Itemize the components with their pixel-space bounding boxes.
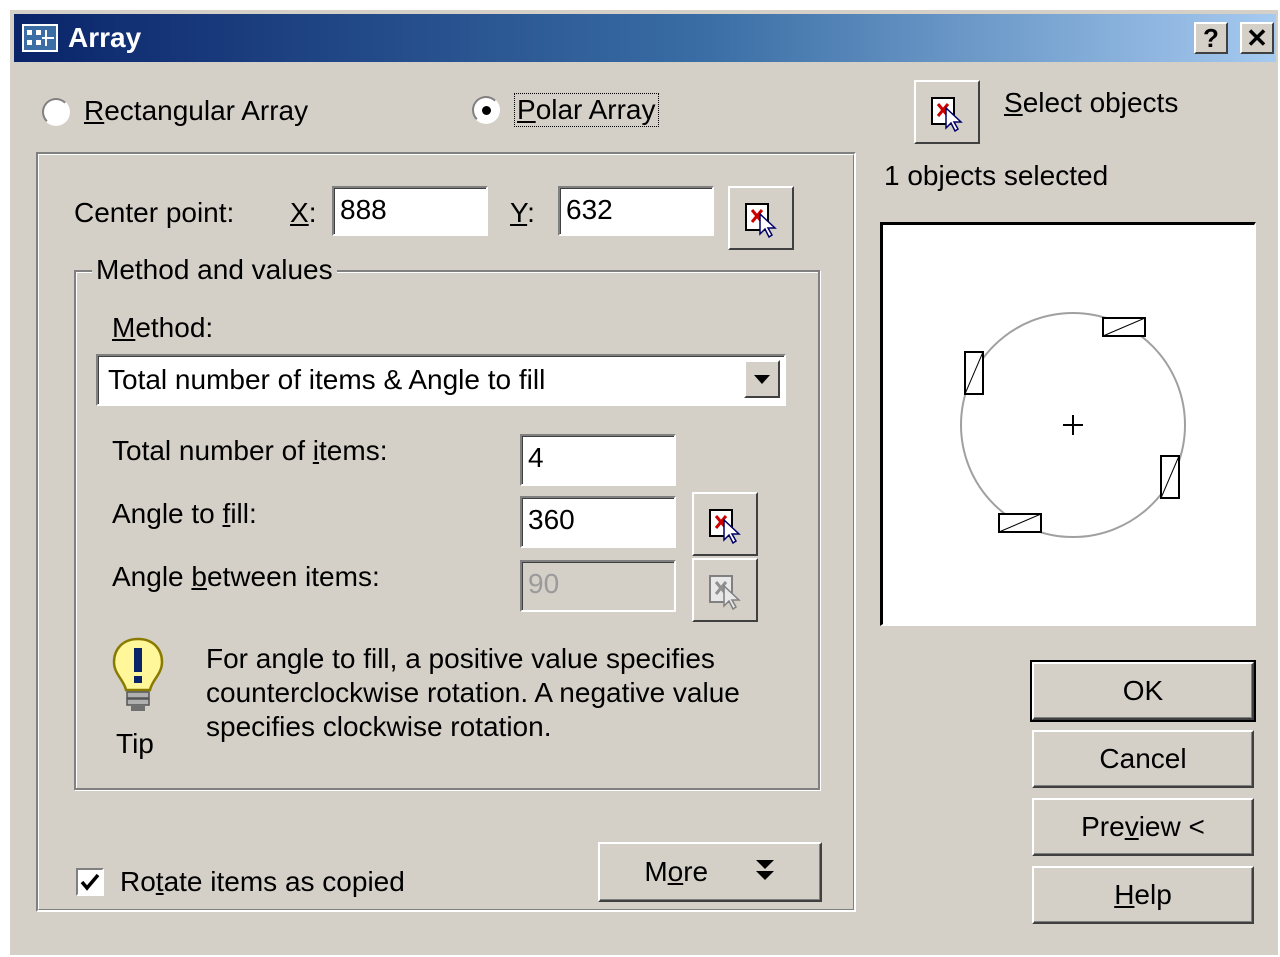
more-button[interactable]: More: [598, 842, 822, 902]
pick-center-point-button[interactable]: [728, 186, 794, 250]
objects-selected-status: 1 objects selected: [884, 160, 1109, 191]
title-bar[interactable]: [14, 14, 1276, 62]
help-button[interactable]: Help: [1032, 866, 1254, 924]
close-button[interactable]: ✕: [1240, 22, 1274, 54]
select-objects-button[interactable]: [914, 80, 980, 144]
pick-cursor-icon: [745, 203, 777, 238]
angle-to-fill-input[interactable]: 360: [520, 496, 676, 548]
rotate-items-label[interactable]: Rotate items as copied: [120, 866, 405, 898]
double-chevron-down-icon: [755, 860, 774, 880]
preview-diagram: [960, 312, 1186, 538]
tip-text-line-2: counterclockwise rotation. A negative va…: [206, 677, 740, 708]
method-select-value: Total number of items & Angle to fill: [108, 364, 546, 395]
tip-text-line-3: specifies clockwise rotation.: [206, 711, 552, 742]
angle-to-fill-label: Angle to fill:: [112, 498, 257, 529]
rectangular-array-label[interactable]: Rectangular Array: [84, 95, 308, 127]
cancel-button[interactable]: Cancel: [1032, 730, 1254, 788]
rotate-items-checkbox[interactable]: [76, 868, 104, 896]
window-title: Array: [68, 22, 142, 53]
polar-array-label[interactable]: Polar Array: [514, 93, 659, 127]
y-label: Y:: [510, 197, 535, 228]
pick-cursor-icon: [709, 509, 741, 544]
pick-cursor-disabled-icon: [709, 575, 741, 610]
total-items-label: Total number of items:: [112, 435, 388, 466]
pick-angle-between-button: [692, 558, 758, 622]
pick-angle-to-fill-button[interactable]: [692, 492, 758, 556]
center-y-input[interactable]: 632: [558, 186, 714, 236]
lightbulb-icon: [112, 637, 164, 711]
rectangular-array-radio[interactable]: [42, 98, 70, 126]
angle-between-input: 90: [520, 560, 676, 612]
center-point-label: Center point:: [74, 197, 235, 228]
tip-text-line-1: For angle to fill, a positive value spec…: [206, 643, 715, 674]
array-preview: [880, 222, 1256, 626]
method-select[interactable]: Total number of items & Angle to fill: [96, 354, 786, 406]
x-label: X:: [290, 197, 317, 228]
angle-between-label: Angle between items:: [112, 561, 380, 592]
pick-cursor-icon: [931, 97, 963, 132]
preview-button[interactable]: Preview <: [1032, 798, 1254, 856]
ok-button[interactable]: OK: [1030, 660, 1256, 722]
polar-array-radio[interactable]: [472, 96, 500, 124]
tip-label: Tip: [116, 728, 154, 759]
help-title-button[interactable]: ?: [1194, 22, 1228, 54]
method-values-legend: Method and values: [92, 254, 337, 286]
method-label: Method:: [112, 312, 214, 343]
select-objects-label[interactable]: Select objects: [1004, 87, 1178, 119]
chevron-down-icon[interactable]: [744, 360, 780, 398]
total-items-input[interactable]: 4: [520, 434, 676, 486]
checkmark-icon: [80, 873, 100, 891]
array-app-icon: [22, 24, 58, 52]
center-x-input[interactable]: 888: [332, 186, 488, 236]
